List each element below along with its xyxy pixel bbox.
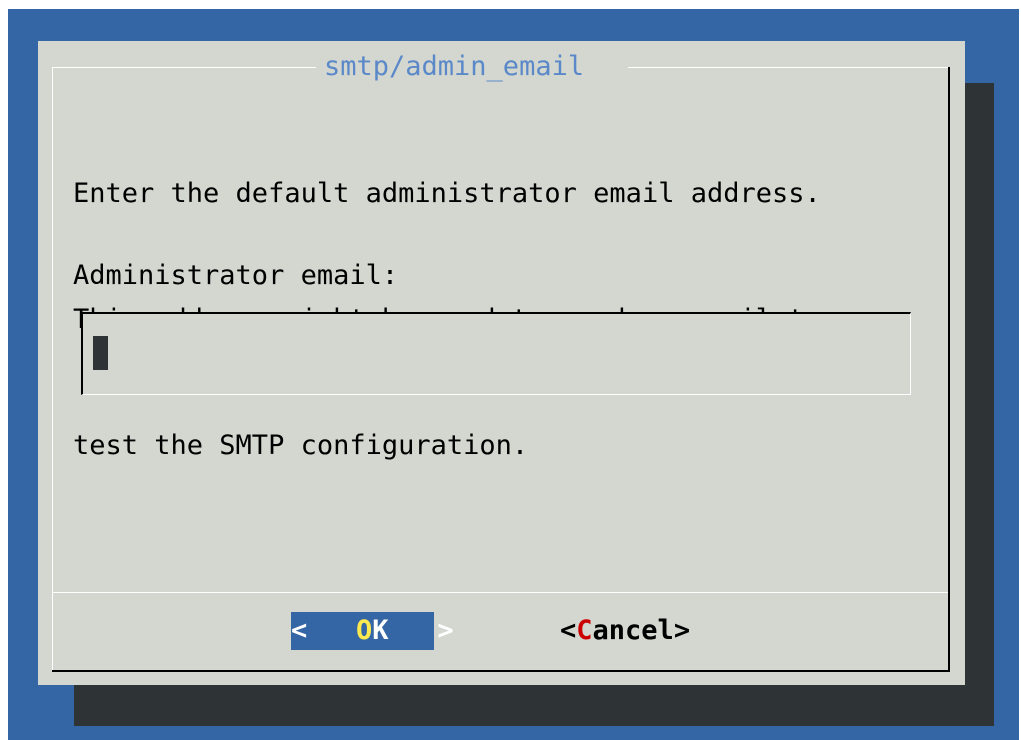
ok-hotkey: O bbox=[356, 615, 373, 646]
dialog-frame-bottom bbox=[52, 670, 950, 672]
admin-email-label: Administrator email: bbox=[73, 260, 399, 291]
dialog-frame-top bbox=[628, 67, 948, 68]
dialog-frame-right bbox=[948, 73, 950, 670]
admin-email-input[interactable] bbox=[81, 312, 911, 395]
button-bracket: < bbox=[291, 615, 324, 646]
dialog-frame-corner bbox=[948, 585, 950, 591]
cancel-button[interactable]: <Cancel> bbox=[560, 612, 690, 650]
ok-button[interactable]: < OK > bbox=[291, 612, 454, 650]
prompt-line: test the SMTP configuration. bbox=[73, 430, 529, 461]
dialog-window: smtp/admin_email Enter the default admin… bbox=[38, 41, 965, 685]
dialog-title: smtp/admin_email bbox=[324, 51, 585, 82]
button-separator bbox=[52, 592, 948, 593]
cancel-label-rest: ancel bbox=[592, 615, 674, 646]
button-bracket: > bbox=[673, 615, 691, 646]
terminal-screen: smtp/admin_email Enter the default admin… bbox=[8, 9, 1019, 740]
button-bracket: < bbox=[560, 615, 577, 646]
ok-label-rest: K bbox=[372, 615, 389, 646]
button-bracket: > bbox=[421, 615, 454, 646]
cancel-hotkey: C bbox=[576, 615, 593, 646]
text-cursor-icon bbox=[93, 336, 108, 370]
dialog-frame-left bbox=[52, 67, 53, 670]
dialog-frame-top bbox=[52, 67, 316, 68]
prompt-line: Enter the default administrator email ad… bbox=[73, 178, 821, 209]
